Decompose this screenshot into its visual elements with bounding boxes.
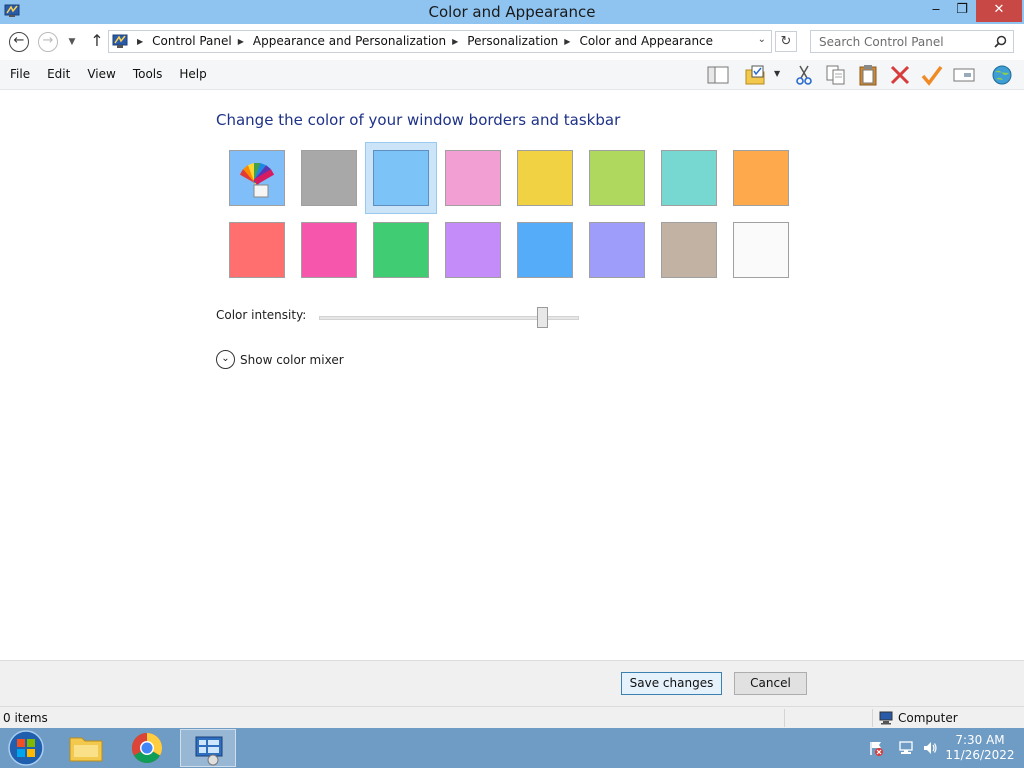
menu-bar: File Edit View Tools Help ▼ [0,60,1024,90]
delete-icon[interactable] [888,64,912,86]
search-box[interactable] [810,30,1014,53]
swatch-gray[interactable] [301,150,357,206]
system-clock[interactable]: 7:30 AM 11/26/2022 [944,733,1016,763]
layout-icon[interactable] [706,64,730,86]
refresh-button[interactable]: ↻ [775,31,797,52]
color-appearance-panel: Change the color of your window borders … [0,90,1024,660]
status-divider [784,709,785,727]
close-button[interactable]: ✕ [976,0,1022,22]
swatch-pink[interactable] [445,150,501,206]
chevron-down-icon[interactable]: ⌄ [216,350,235,369]
swatch-white[interactable] [733,222,789,278]
chevron-down-icon[interactable]: ⌄ [758,34,766,45]
swatch-sky[interactable] [373,150,429,206]
color-intensity-thumb[interactable] [537,307,549,328]
save-changes-button[interactable]: Save changes [621,672,722,695]
minimize-button[interactable]: ‒ [922,0,950,22]
swatch-red[interactable] [229,222,285,278]
menu-tools[interactable]: Tools [133,67,163,81]
menu-edit[interactable]: Edit [47,67,70,81]
control-panel-icon [195,736,223,766]
back-button[interactable]: ← [9,32,29,52]
swatch-taupe[interactable] [661,222,717,278]
menu-help[interactable]: Help [179,67,206,81]
up-button[interactable]: ↑ [87,32,107,52]
color-intensity-label: Color intensity: [216,308,307,322]
color-palette-icon [230,151,284,205]
chevron-down-icon[interactable]: ▼ [774,69,784,79]
maximize-button[interactable]: ❐ [948,0,976,22]
swatch-automatic[interactable] [229,150,285,206]
paste-icon[interactable] [856,64,880,86]
folder-options-icon[interactable] [744,64,768,86]
checkmark-icon[interactable] [920,64,944,86]
taskbar: 7:30 AM 11/26/2022 [0,728,1024,768]
globe-icon[interactable] [990,64,1014,86]
clock-date: 11/26/2022 [945,748,1015,762]
swatch-magenta[interactable] [301,222,357,278]
breadcrumb: ▶ Control Panel ▶ Appearance and Persona… [131,34,713,48]
search-icon[interactable] [994,35,1007,48]
file-explorer-icon[interactable] [58,729,114,767]
item-count: 0 items [3,711,48,725]
breadcrumb-color-appearance[interactable]: Color and Appearance [579,34,713,48]
dialog-footer: Save changes Cancel [0,660,1024,706]
page-title: Change the color of your window borders … [216,111,621,129]
title-bar: Color and Appearance ‒ ❐ ✕ [0,0,1024,24]
navigation-bar: ← → ▼ ↑ ▶ Control Panel ▶ Appearance and… [0,24,1024,60]
control-panel-taskbar-button[interactable] [180,729,236,767]
chevron-right-icon[interactable]: ▶ [452,37,458,46]
chevron-right-icon[interactable]: ▶ [137,37,143,46]
menu-view[interactable]: View [87,67,115,81]
swatch-violet[interactable] [445,222,501,278]
chrome-icon[interactable] [119,729,175,767]
show-color-mixer-toggle[interactable]: ⌄ Show color mixer [216,350,344,369]
swatch-orange[interactable] [733,150,789,206]
clock-time: 7:30 AM [955,733,1005,747]
swatch-periwinkle[interactable] [589,222,645,278]
action-center-flag-icon[interactable] [868,740,884,756]
address-bar[interactable]: ▶ Control Panel ▶ Appearance and Persona… [108,30,772,53]
computer-icon [879,711,893,725]
show-color-mixer-label[interactable]: Show color mixer [240,353,344,367]
swatch-yellow[interactable] [517,150,573,206]
breadcrumb-personalization[interactable]: Personalization [467,34,558,48]
window-title: Color and Appearance [428,3,596,21]
swatch-green[interactable] [373,222,429,278]
location-zone: Computer [898,711,958,725]
control-panel-icon [112,34,128,48]
start-button[interactable] [0,728,52,768]
swatch-lime[interactable] [589,150,645,206]
swatch-blue[interactable] [517,222,573,278]
cut-icon[interactable] [792,64,816,86]
rename-icon[interactable] [952,64,976,86]
forward-button[interactable]: → [38,32,58,52]
copy-icon[interactable] [824,64,848,86]
recent-locations-dropdown[interactable]: ▼ [66,32,78,52]
cancel-button[interactable]: Cancel [734,672,807,695]
breadcrumb-control-panel[interactable]: Control Panel [152,34,232,48]
status-bar: 0 items Computer [0,706,1024,728]
chevron-right-icon[interactable]: ▶ [564,37,570,46]
swatch-teal[interactable] [661,150,717,206]
network-icon[interactable] [898,740,914,756]
breadcrumb-appearance-personalization[interactable]: Appearance and Personalization [253,34,446,48]
search-input[interactable] [811,31,991,52]
volume-icon[interactable] [922,740,938,756]
status-divider [872,709,873,727]
menu-file[interactable]: File [10,67,30,81]
chevron-right-icon[interactable]: ▶ [238,37,244,46]
